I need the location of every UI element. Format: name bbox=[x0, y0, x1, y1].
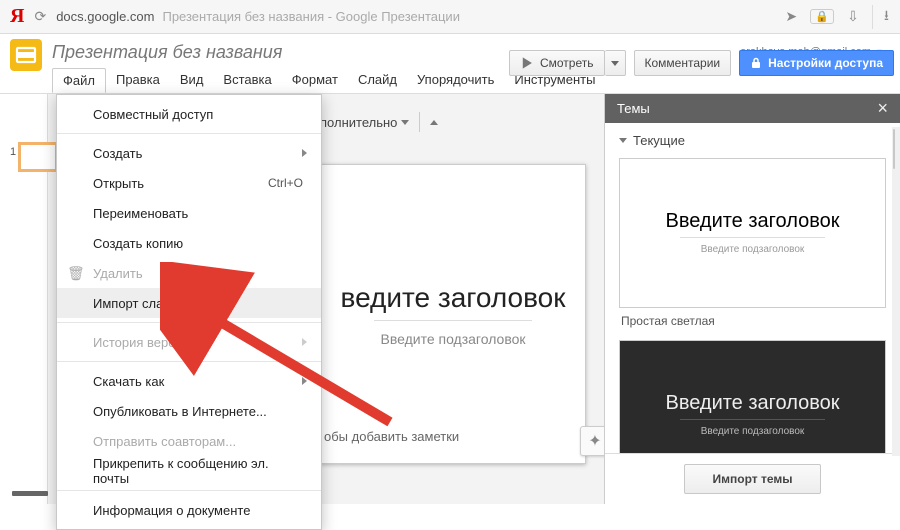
menu-item-share[interactable]: Совместный доступ bbox=[57, 99, 321, 129]
menu-item-email-collaborators: Отправить соавторам... bbox=[57, 426, 321, 456]
present-dropdown[interactable] bbox=[605, 50, 626, 76]
menu-item-doc-info[interactable]: Информация о документе bbox=[57, 495, 321, 525]
menu-item-attach-email[interactable]: Прикрепить к сообщению эл. почты bbox=[57, 456, 321, 486]
submenu-arrow-icon bbox=[302, 149, 307, 157]
toolbar-overflow: полнительно bbox=[320, 112, 438, 132]
menu-bar: Файл Правка Вид Вставка Формат Слайд Упо… bbox=[0, 66, 900, 94]
themes-title: Темы bbox=[617, 101, 650, 116]
menu-view[interactable]: Вид bbox=[170, 68, 214, 91]
slide-thumb-preview bbox=[20, 144, 56, 170]
slide-number: 1 bbox=[10, 146, 16, 158]
thumbnail-scroll-indicator bbox=[12, 491, 48, 496]
theme-name: Простая светлая bbox=[621, 314, 886, 328]
lock-icon[interactable]: 🔒 bbox=[810, 9, 834, 24]
trash-icon: 🗑 bbox=[67, 265, 85, 282]
lock-icon bbox=[750, 57, 762, 69]
menu-item-download-as[interactable]: Скачать как bbox=[57, 366, 321, 396]
speaker-notes-hint[interactable]: обы добавить заметки bbox=[324, 429, 459, 444]
slide-title-placeholder[interactable]: ведите заголовок bbox=[341, 282, 566, 314]
yandex-logo: Я bbox=[10, 5, 24, 28]
menu-item-make-copy[interactable]: Создать копию bbox=[57, 228, 321, 258]
bookmark-icon[interactable]: ⇩ bbox=[844, 8, 862, 25]
chevron-down-icon bbox=[619, 138, 627, 143]
menu-item-open[interactable]: ОткрытьCtrl+O bbox=[57, 168, 321, 198]
share-button[interactable]: Настройки доступа bbox=[739, 50, 894, 76]
menu-edit[interactable]: Правка bbox=[106, 68, 170, 91]
slide-subtitle-placeholder[interactable]: Введите подзаголовок bbox=[380, 331, 525, 347]
menu-item-import-slides[interactable]: Импорт слайдов... bbox=[57, 288, 321, 318]
present-button-group: Смотреть bbox=[509, 50, 626, 76]
chevron-up-icon[interactable] bbox=[430, 120, 438, 125]
sparkle-icon: ✦ bbox=[588, 431, 601, 451]
menu-insert[interactable]: Вставка bbox=[213, 68, 281, 91]
slide-thumbnail-1[interactable]: 1 bbox=[10, 144, 56, 170]
menu-item-publish[interactable]: Опубликовать в Интернете... bbox=[57, 396, 321, 426]
menu-item-new[interactable]: Создать bbox=[57, 138, 321, 168]
submenu-arrow-icon bbox=[302, 377, 307, 385]
present-button[interactable]: Смотреть bbox=[509, 50, 605, 76]
themes-section-current[interactable]: Текущие bbox=[605, 123, 900, 152]
menu-slide[interactable]: Слайд bbox=[348, 68, 407, 91]
download-icon[interactable]: ⭳ bbox=[872, 5, 890, 29]
import-theme-button[interactable]: Импорт темы bbox=[684, 464, 822, 494]
document-title[interactable]: Презентация без названия bbox=[52, 42, 282, 63]
browser-chrome: Я ⟳ docs.google.com Презентация без назв… bbox=[0, 0, 900, 34]
menu-file[interactable]: Файл bbox=[52, 68, 106, 93]
slide-canvas[interactable]: ведите заголовок Введите подзаголовок bbox=[320, 164, 586, 464]
reload-icon[interactable]: ⟳ bbox=[34, 8, 46, 25]
close-icon[interactable]: × bbox=[877, 98, 888, 119]
chevron-down-icon bbox=[611, 61, 619, 66]
menu-item-version-history: История версий bbox=[57, 327, 321, 357]
theme-card-dark[interactable]: Введите заголовок Введите подзаголовок bbox=[619, 340, 886, 453]
theme-card-light[interactable]: Введите заголовок Введите подзаголовок bbox=[619, 158, 886, 308]
themes-header: Темы × bbox=[605, 94, 900, 123]
comments-button[interactable]: Комментарии bbox=[634, 50, 732, 76]
tab-title: Презентация без названия - Google Презен… bbox=[162, 9, 459, 24]
address-bar[interactable]: docs.google.com Презентация без названия… bbox=[56, 9, 460, 24]
themes-panel: Темы × Текущие Введите заголовок Введите… bbox=[604, 94, 900, 504]
play-icon bbox=[520, 56, 534, 70]
url-host: docs.google.com bbox=[56, 9, 154, 24]
menu-item-delete: 🗑Удалить bbox=[57, 258, 321, 288]
menu-arrange[interactable]: Упорядочить bbox=[407, 68, 504, 91]
submenu-arrow-icon bbox=[302, 338, 307, 346]
menu-item-rename[interactable]: Переименовать bbox=[57, 198, 321, 228]
themes-scrollbar[interactable] bbox=[892, 127, 900, 456]
file-menu-dropdown: Совместный доступ Создать ОткрытьCtrl+O … bbox=[56, 94, 322, 530]
menu-format[interactable]: Формат bbox=[282, 68, 348, 91]
send-icon[interactable]: ➤ bbox=[782, 8, 800, 25]
chevron-down-icon bbox=[401, 120, 409, 125]
